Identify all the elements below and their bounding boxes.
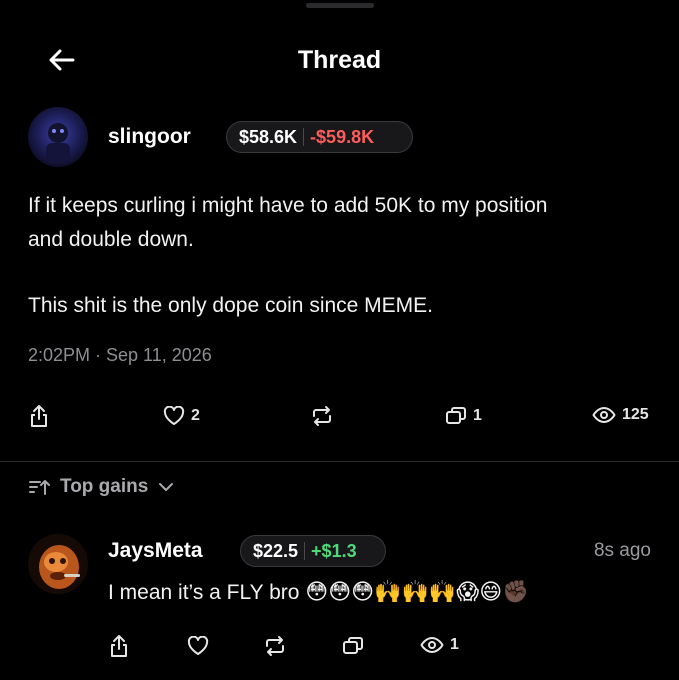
pnl-change: -$59.8K (310, 126, 375, 147)
reply-pnl-badge[interactable]: $22.5 +$1.3 (240, 535, 386, 567)
eye-icon (420, 637, 444, 653)
reply-button[interactable] (342, 636, 364, 656)
page-title: Thread (297, 46, 382, 74)
repost-icon (313, 406, 331, 426)
pnl-separator (304, 542, 306, 560)
post-text-line: and double down. (28, 228, 194, 251)
share-icon (31, 405, 47, 427)
avatar-image (28, 534, 88, 594)
avatar[interactable] (28, 107, 88, 167)
pnl-badge[interactable]: $58.6K -$59.8K (226, 121, 413, 153)
like-button[interactable]: 2 (163, 406, 200, 426)
reply-username[interactable]: JaysMeta (108, 537, 203, 565)
share-icon (111, 635, 127, 657)
chevron-down-icon (159, 483, 174, 491)
sort-dropdown[interactable]: Top gains (28, 476, 174, 498)
sheet-grabber[interactable] (306, 3, 374, 8)
quote-icon (446, 407, 466, 424)
eye-icon (592, 407, 616, 423)
pnl-separator (303, 128, 305, 146)
reply-text-words: I mean it’s a FLY bro (108, 581, 300, 604)
sort-icon (29, 480, 50, 495)
reply-count: 1 (473, 407, 482, 424)
post-text-line: This shit is the only dope coin since ME… (28, 294, 434, 317)
heart-icon (187, 636, 209, 655)
views-button[interactable]: 125 (592, 406, 649, 424)
repost-button[interactable] (311, 404, 333, 428)
post-text-line: If it keeps curling i might have to add … (28, 194, 548, 217)
quote-icon (343, 637, 363, 654)
repost-icon (266, 636, 284, 656)
divider (0, 461, 679, 462)
header: Thread (0, 30, 679, 90)
reply-time: 8s ago (593, 540, 651, 561)
post-timestamp: 2:02PM · Sep 11, 2026 (28, 345, 212, 365)
pnl-change: +$1.3 (311, 540, 357, 561)
like-button[interactable] (187, 636, 209, 656)
view-count: 1 (450, 636, 459, 653)
view-count: 125 (622, 406, 649, 423)
pnl-value: $22.5 (253, 540, 299, 561)
post-username[interactable]: slingoor (108, 123, 191, 151)
reply-avatar[interactable] (28, 534, 88, 594)
sort-label: Top gains (60, 476, 149, 497)
reply-emojis: 😳😳😳🙌🙌🙌😱😄✊🏿 (305, 579, 530, 604)
avatar-image (28, 107, 88, 167)
share-button[interactable] (29, 404, 49, 428)
heart-icon (163, 406, 185, 425)
like-count: 2 (191, 407, 200, 424)
share-button[interactable] (109, 634, 129, 658)
views-button[interactable]: 1 (420, 636, 459, 654)
reply-actions: 1 (0, 634, 679, 664)
reply-button[interactable]: 1 (445, 406, 482, 426)
pnl-value: $58.6K (239, 126, 298, 147)
reply-text: I mean it’s a FLY bro 😳😳😳🙌🙌🙌😱😄✊🏿 (108, 575, 530, 609)
post-actions: 2 1 125 (0, 404, 679, 434)
repost-button[interactable] (264, 634, 286, 658)
